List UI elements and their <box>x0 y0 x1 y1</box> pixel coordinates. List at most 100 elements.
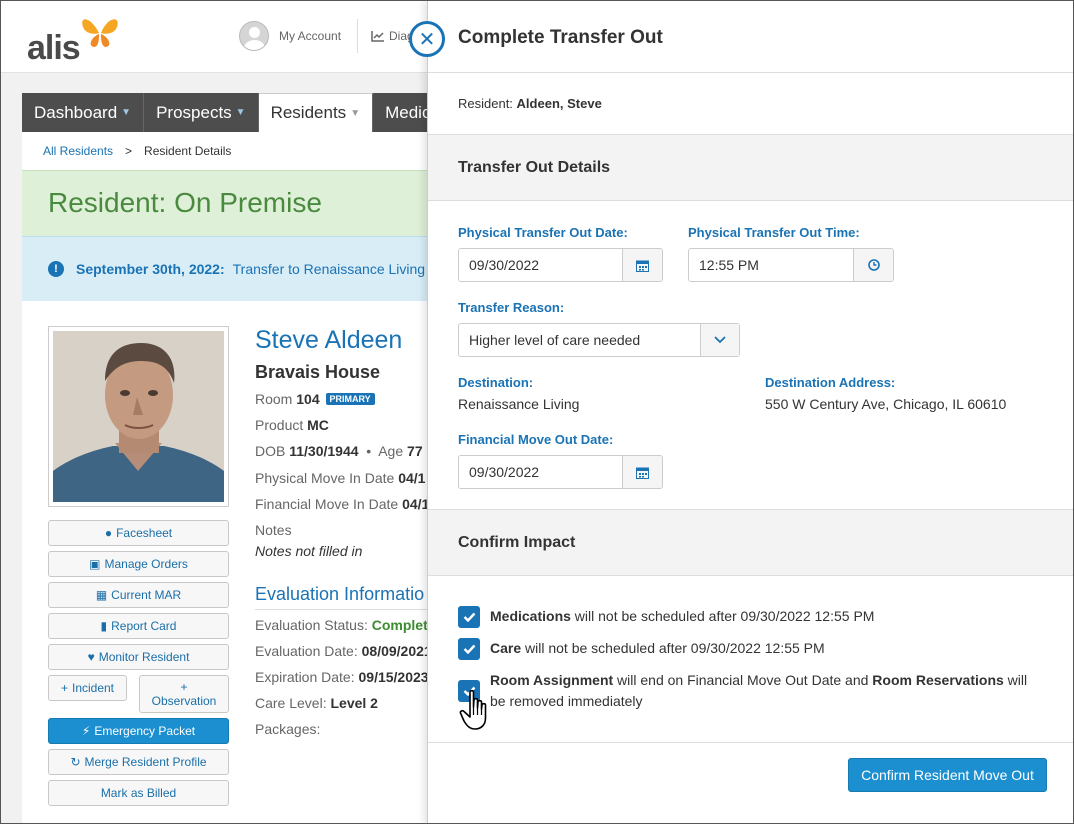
observation-button[interactable]: + Observation <box>139 675 229 713</box>
medications-checkbox[interactable] <box>458 606 480 628</box>
butterfly-icon <box>82 19 118 47</box>
button-label: Report Card <box>111 619 177 633</box>
impact-bold: Care <box>490 640 522 656</box>
check-icon <box>463 644 475 654</box>
fin-date-input[interactable] <box>459 456 622 488</box>
confirm-move-out-button[interactable]: Confirm Resident Move Out <box>848 758 1047 792</box>
reason-select[interactable]: Higher level of care needed <box>458 323 740 357</box>
impact-text: will not be scheduled after 09/30/2022 1… <box>521 640 825 656</box>
notes-label: Notes <box>255 522 292 538</box>
plus-icon: + <box>180 680 188 694</box>
current-mar-button[interactable]: ▦ Current MAR <box>48 582 229 608</box>
care-level-line: Care Level: Level 2 <box>255 695 378 711</box>
impact-text: will end on Financial Move Out Date and <box>613 672 873 688</box>
app-window: alis My Account Diag Dashboard ▼ Prospect… <box>0 0 1074 824</box>
alert-link[interactable]: Transfer to Renaissance Living <box>233 261 425 277</box>
value: 08/09/2021 <box>361 643 432 659</box>
confirm-impact-header: Confirm Impact <box>428 509 1073 576</box>
reason-label: Transfer Reason: <box>458 300 565 315</box>
hand-cursor-icon <box>459 689 487 730</box>
nav-prospects[interactable]: Prospects ▼ <box>144 93 259 132</box>
button-label: Facesheet <box>116 526 173 540</box>
panel-title: Complete Transfer Out <box>458 27 663 48</box>
diagnostics-link[interactable]: Diag <box>371 29 414 43</box>
file-icon: ▮ <box>100 619 108 633</box>
nav-label: Residents <box>270 103 347 122</box>
impact-room-assignment: Room Assignment will end on Financial Mo… <box>458 670 1038 712</box>
main-nav: Dashboard ▼ Prospects ▼ Residents ▼ Medicat… <box>22 93 471 132</box>
room-number: 104 <box>296 391 320 407</box>
phys-time-input[interactable] <box>689 249 853 281</box>
phys-move-in-line: Physical Move In Date 04/1 <box>255 470 425 486</box>
fin-date-field[interactable] <box>458 455 663 489</box>
nav-residents[interactable]: Residents ▼ <box>258 93 374 132</box>
resident-details: All Residents > Resident Details Residen… <box>22 132 435 823</box>
heartbeat-icon: ♥ <box>87 650 95 664</box>
merge-profile-button[interactable]: ↻ Merge Resident Profile <box>48 749 229 775</box>
reason-value: Higher level of care needed <box>469 332 641 348</box>
value: Level 2 <box>330 695 378 711</box>
age-value: 77 <box>407 443 423 459</box>
breadcrumb-all-residents[interactable]: All Residents <box>43 144 113 158</box>
monitor-resident-button[interactable]: ♥ Monitor Resident <box>48 644 229 670</box>
eval-status-line: Evaluation Status: Complet <box>255 617 428 633</box>
emergency-packet-button[interactable]: ⚡ Emergency Packet <box>48 718 229 744</box>
label: Room <box>255 391 293 407</box>
medkit-icon: ▣ <box>89 557 101 571</box>
packages-line: Packages: <box>255 721 320 737</box>
nav-dashboard[interactable]: Dashboard ▼ <box>22 93 145 132</box>
close-icon[interactable]: ✕ <box>409 21 445 57</box>
phys-date-field[interactable] <box>458 248 663 282</box>
impact-medications: Medications will not be scheduled after … <box>458 606 874 628</box>
status-text: Resident: On Premise <box>48 187 322 218</box>
account-label: My Account <box>279 29 342 43</box>
avatar <box>239 21 269 51</box>
alert-date: September 30th, 2022: <box>76 261 225 277</box>
button-label: Manage Orders <box>104 557 188 571</box>
phys-date-label: Physical Transfer Out Date: <box>458 225 628 240</box>
chevron-down-icon[interactable] <box>700 324 739 356</box>
chevron-down-icon: ▼ <box>121 107 132 118</box>
status-value: Complet <box>371 617 428 633</box>
label: Financial Move In Date <box>255 496 399 512</box>
logo-text: alis <box>27 29 81 67</box>
nav-label: Prospects <box>156 102 232 122</box>
dob-line: DOB 11/30/1944 • Age 77 <box>255 443 423 459</box>
fin-date-label: Financial Move Out Date: <box>458 432 614 447</box>
resident-name: Steve Aldeen <box>255 326 403 354</box>
notes-value: Notes not filled in <box>255 543 363 559</box>
incident-button[interactable]: + Incident <box>48 675 127 701</box>
divider <box>428 742 1073 743</box>
dest-address-value: 550 W Century Ave, Chicago, IL 60610 <box>765 396 1007 412</box>
clock-icon[interactable] <box>853 249 893 281</box>
label: Age <box>378 443 404 459</box>
alis-logo[interactable]: alis <box>27 15 127 67</box>
calendar-icon[interactable] <box>622 249 662 281</box>
panel-resident: Resident: Aldeen, Steve <box>458 96 602 111</box>
phys-time-field[interactable] <box>688 248 894 282</box>
mark-billed-button[interactable]: Mark as Billed <box>48 780 229 806</box>
impact-bold: Room Assignment <box>490 672 614 688</box>
dob-value: 11/30/1944 <box>289 443 359 459</box>
label: Care Level: <box>255 695 327 711</box>
label: Evaluation Status: <box>255 617 368 633</box>
phys-time-label: Physical Transfer Out Time: <box>688 225 860 240</box>
phys-date-input[interactable] <box>459 249 622 281</box>
fin-move-in-line: Financial Move In Date 04/1 <box>255 496 429 512</box>
report-card-button[interactable]: ▮ Report Card <box>48 613 229 639</box>
care-checkbox[interactable] <box>458 638 480 660</box>
value: 09/15/2023 <box>358 669 429 685</box>
refresh-icon: ↻ <box>70 755 81 769</box>
button-label: Mark as Billed <box>100 786 177 800</box>
label: Evaluation Date: <box>255 643 358 659</box>
my-account-link[interactable]: My Account <box>239 21 341 51</box>
divider <box>255 609 435 610</box>
facesheet-button[interactable]: ● Facesheet <box>48 520 229 546</box>
destination-value: Renaissance Living <box>458 396 580 412</box>
divider <box>428 72 1073 73</box>
label: Expiration Date: <box>255 669 355 685</box>
manage-orders-button[interactable]: ▣ Manage Orders <box>48 551 229 577</box>
button-label: Merge Resident Profile <box>84 755 207 769</box>
calendar-icon[interactable] <box>622 456 662 488</box>
eval-date-line: Evaluation Date: 08/09/2021 <box>255 643 432 659</box>
